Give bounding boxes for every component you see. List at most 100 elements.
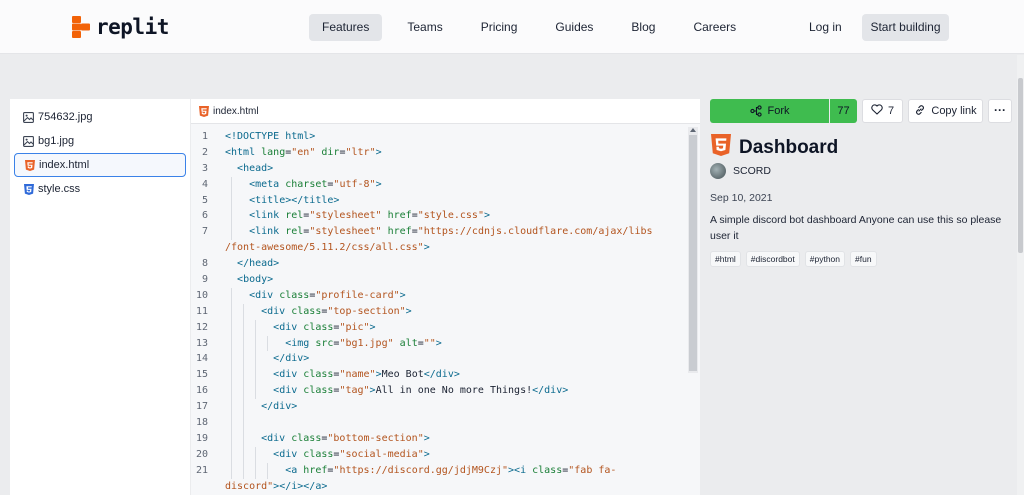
code-line: 8 </head>: [191, 256, 688, 272]
code-line: 14 </div>: [191, 351, 688, 368]
like-button[interactable]: 7: [862, 99, 903, 123]
link-icon: [914, 104, 926, 119]
code-text: <link rel="stylesheet" href="https://cdn…: [249, 226, 653, 238]
tag-list: #html #discordbot #python #fun: [710, 251, 877, 267]
code-text: <link rel="stylesheet" href="style.css">: [249, 210, 490, 222]
code-text: <head>: [237, 162, 274, 174]
page-scroll-thumb[interactable]: [1018, 78, 1023, 253]
html5-icon: [711, 134, 731, 161]
file-name: 754632.jpg: [38, 111, 93, 123]
indent-guide: [231, 415, 232, 431]
line-number: 3: [201, 162, 208, 174]
code-line: 17 </div>: [191, 399, 688, 416]
file-name: bg1.jpg: [38, 135, 75, 147]
file-item[interactable]: 754632.jpg: [14, 105, 186, 129]
nav-item-guides[interactable]: Guides: [542, 14, 606, 41]
tag-pill[interactable]: #python: [804, 251, 845, 267]
fork-count[interactable]: 77: [830, 99, 857, 123]
code-line: 5 <title></title>: [191, 192, 688, 209]
code-text: discord"></i></a>: [225, 480, 328, 492]
code-text: <html lang="en" dir="ltr">: [225, 146, 382, 158]
line-number: 6: [201, 210, 208, 222]
login-link[interactable]: Log in: [796, 14, 855, 41]
replit-logo[interactable]: replit: [72, 15, 169, 39]
code-text: </div>: [273, 353, 310, 365]
publish-date: Sep 10, 2021: [710, 192, 773, 204]
nav-item-careers[interactable]: Careers: [680, 14, 749, 41]
tag-pill[interactable]: #html: [710, 251, 741, 267]
code-text: <div class="name">Meo Bot</div>: [273, 369, 460, 381]
like-count: 7: [887, 105, 895, 117]
code-text: <img src="bg1.jpg" alt="">: [285, 337, 442, 349]
file-item[interactable]: bg1.jpg: [14, 129, 186, 153]
css3-icon: [23, 183, 34, 195]
more-options-button[interactable]: ···: [988, 99, 1012, 123]
line-number: 15: [195, 369, 208, 381]
code-line: 3 <head>: [191, 161, 688, 177]
code-line: 4 <meta charset="utf-8">: [191, 176, 688, 193]
line-number: 11: [195, 305, 208, 317]
code-line: discord"></i></a>: [191, 479, 688, 495]
scroll-up-arrow-icon[interactable]: [690, 128, 696, 132]
line-number: 4: [201, 178, 208, 190]
fork-button[interactable]: Fork: [710, 99, 829, 123]
image-icon: [23, 111, 34, 123]
code-text: <div class="profile-card">: [249, 289, 406, 301]
author-name: SCORD: [733, 165, 771, 177]
image-icon: [23, 135, 34, 147]
line-number: 1: [201, 131, 208, 142]
file-item[interactable]: style.css: [14, 177, 186, 201]
avatar: [710, 163, 726, 179]
copy-link-label: Copy link: [931, 105, 977, 117]
code-line: 11 <div class="top-section">: [191, 303, 688, 320]
start-building-button[interactable]: Start building: [862, 14, 949, 41]
code-text: <meta charset="utf-8">: [249, 178, 382, 190]
editor-tab-label: index.html: [213, 105, 259, 117]
repl-title: Dashboard: [739, 136, 839, 158]
code-line: 10 <div class="profile-card">: [191, 287, 688, 304]
code-line: 16 <div class="tag">All in one No more T…: [191, 383, 688, 400]
nav-item-features[interactable]: Features: [309, 14, 383, 41]
nav-item-pricing[interactable]: Pricing: [468, 14, 531, 41]
code-text: /font-awesome/5.11.2/css/all.css">: [225, 242, 430, 254]
nav-item-blog[interactable]: Blog: [618, 14, 668, 41]
code-line: 6 <link rel="stylesheet" href="style.css…: [191, 208, 688, 225]
code-text: <div class="top-section">: [261, 305, 412, 317]
line-number: 12: [195, 321, 208, 333]
code-text: <title></title>: [249, 194, 340, 206]
file-name: style.css: [38, 183, 81, 195]
file-item[interactable]: index.html: [14, 153, 186, 177]
tag-pill[interactable]: #fun: [850, 251, 877, 267]
code-line: 19 <div class="bottom-section">: [191, 430, 688, 447]
tag-pill[interactable]: #discordbot: [745, 251, 800, 267]
nav-item-teams[interactable]: Teams: [394, 14, 455, 41]
replit-logo-icon: [72, 16, 90, 38]
code-text: <!DOCTYPE html>: [225, 131, 316, 142]
editor-scroll-thumb[interactable]: [689, 135, 697, 371]
copy-link-button[interactable]: Copy link: [908, 99, 983, 123]
file-name: index.html: [39, 159, 90, 171]
html5-icon: [24, 159, 35, 171]
line-number: 16: [195, 385, 208, 397]
author-link[interactable]: SCORD: [710, 163, 771, 179]
code-text: <div class="tag">All in one No more Thin…: [273, 385, 569, 397]
editor-tab[interactable]: index.html: [191, 99, 700, 124]
code-text: <div class="pic">: [273, 321, 376, 333]
code-text: <body>: [237, 274, 274, 286]
code-lines[interactable]: 1 <!DOCTYPE html> 2 <html lang="en" dir="lt…: [191, 129, 688, 494]
line-number: 10: [195, 289, 208, 301]
line-number: 7: [201, 226, 208, 238]
code-text: <div class="bottom-section">: [261, 432, 430, 444]
code-line: 2 <html lang="en" dir="ltr">: [191, 145, 688, 161]
heart-icon: [871, 104, 883, 118]
main-menu: Features Teams Pricing Guides Blog Careers: [309, 14, 761, 41]
line-number: 17: [195, 401, 208, 413]
code-text: </div>: [261, 401, 298, 413]
code-line: 13 <img src="bg1.jpg" alt="">: [191, 335, 688, 352]
code-text: <a href="https://discord.gg/jdjM9Czj"><i…: [285, 464, 617, 476]
line-number: 21: [195, 464, 208, 476]
line-number: 19: [195, 432, 208, 444]
code-editor: index.html 1 <!DOCTYPE html> 2 <html lang="…: [191, 99, 700, 495]
code-line: 1 <!DOCTYPE html>: [191, 129, 688, 145]
file-tree: 754632.jpg bg1.jpg index.html style.css: [10, 99, 190, 495]
